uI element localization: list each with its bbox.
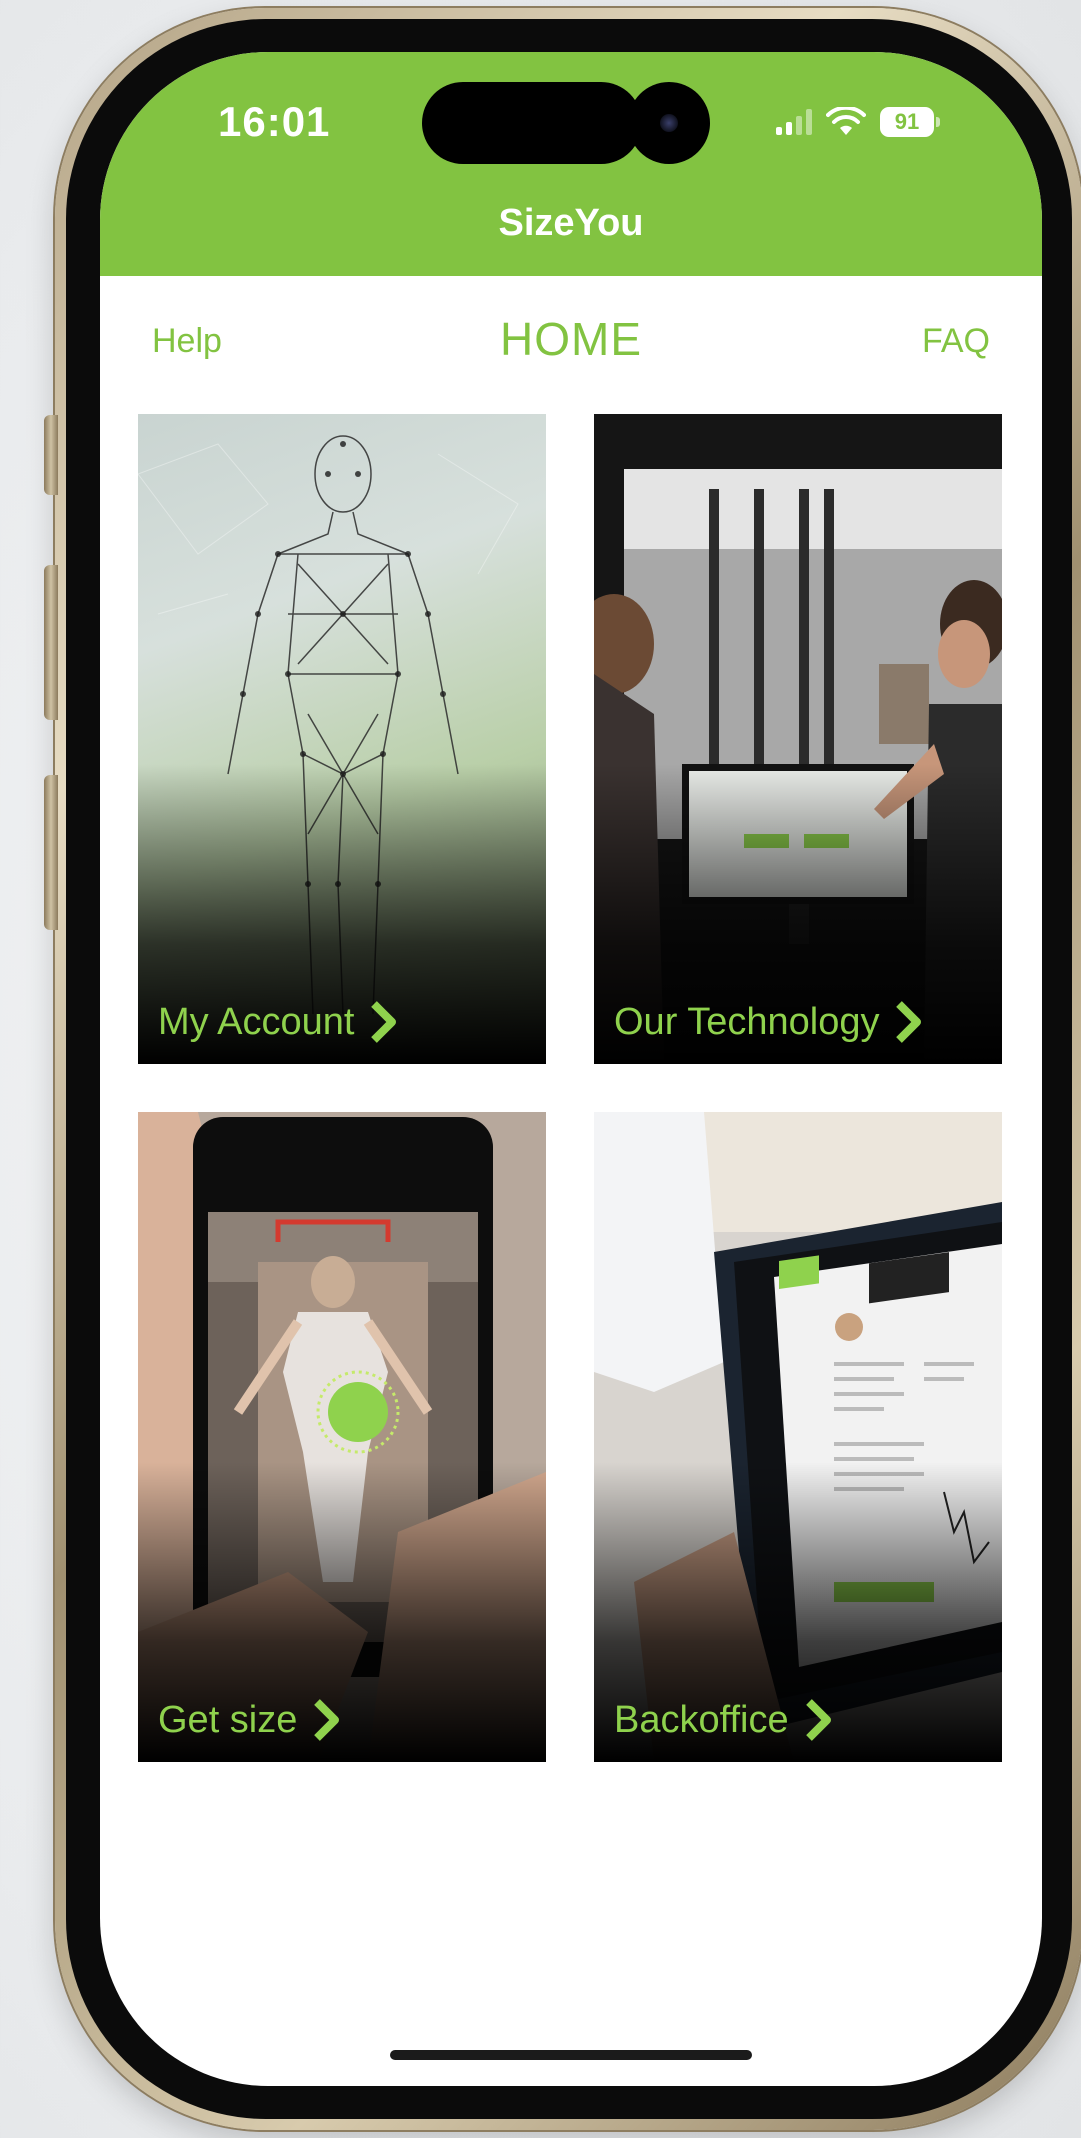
faq-link[interactable]: FAQ xyxy=(922,322,990,361)
cellular-signal-icon xyxy=(776,109,812,135)
tile-backoffice[interactable]: Backoffice xyxy=(594,1112,1002,1762)
page-title: HOME xyxy=(500,313,642,365)
app-header: 16:01 91 SizeYou xyxy=(100,52,1042,276)
home-indicator[interactable] xyxy=(390,2050,752,2060)
chevron-right-icon xyxy=(314,1699,340,1741)
chevron-right-icon xyxy=(805,1699,831,1741)
chevron-right-icon xyxy=(896,1001,922,1043)
tile-label: Backoffice xyxy=(614,1698,833,1742)
status-time: 16:01 xyxy=(218,98,331,145)
wifi-icon xyxy=(826,107,866,135)
tile-label: Get size xyxy=(158,1698,341,1742)
chevron-right-icon xyxy=(371,1001,397,1043)
app-title: SizeYou xyxy=(498,202,644,244)
dynamic-island xyxy=(422,82,642,164)
tile-label: Our Technology xyxy=(614,1000,923,1044)
action-button xyxy=(44,415,58,495)
tile-label-text: Backoffice xyxy=(614,1698,789,1741)
tile-label-text: Our Technology xyxy=(614,1000,880,1043)
battery-icon: 91 xyxy=(880,107,940,137)
phone-screen: 16:01 91 SizeYou Help HOME FAQ My Accoun… xyxy=(100,52,1042,2086)
tile-get-size[interactable]: Get size xyxy=(138,1112,546,1762)
status-icons: 91 xyxy=(776,106,940,138)
volume-up-button xyxy=(44,565,58,720)
tile-label: My Account xyxy=(158,1000,398,1044)
tile-my-account[interactable]: My Account xyxy=(138,414,546,1064)
volume-down-button xyxy=(44,775,58,930)
tile-label-text: My Account xyxy=(158,1000,355,1043)
tile-label-text: Get size xyxy=(158,1698,298,1741)
front-camera xyxy=(628,82,710,164)
tile-our-technology[interactable]: Our Technology xyxy=(594,414,1002,1064)
